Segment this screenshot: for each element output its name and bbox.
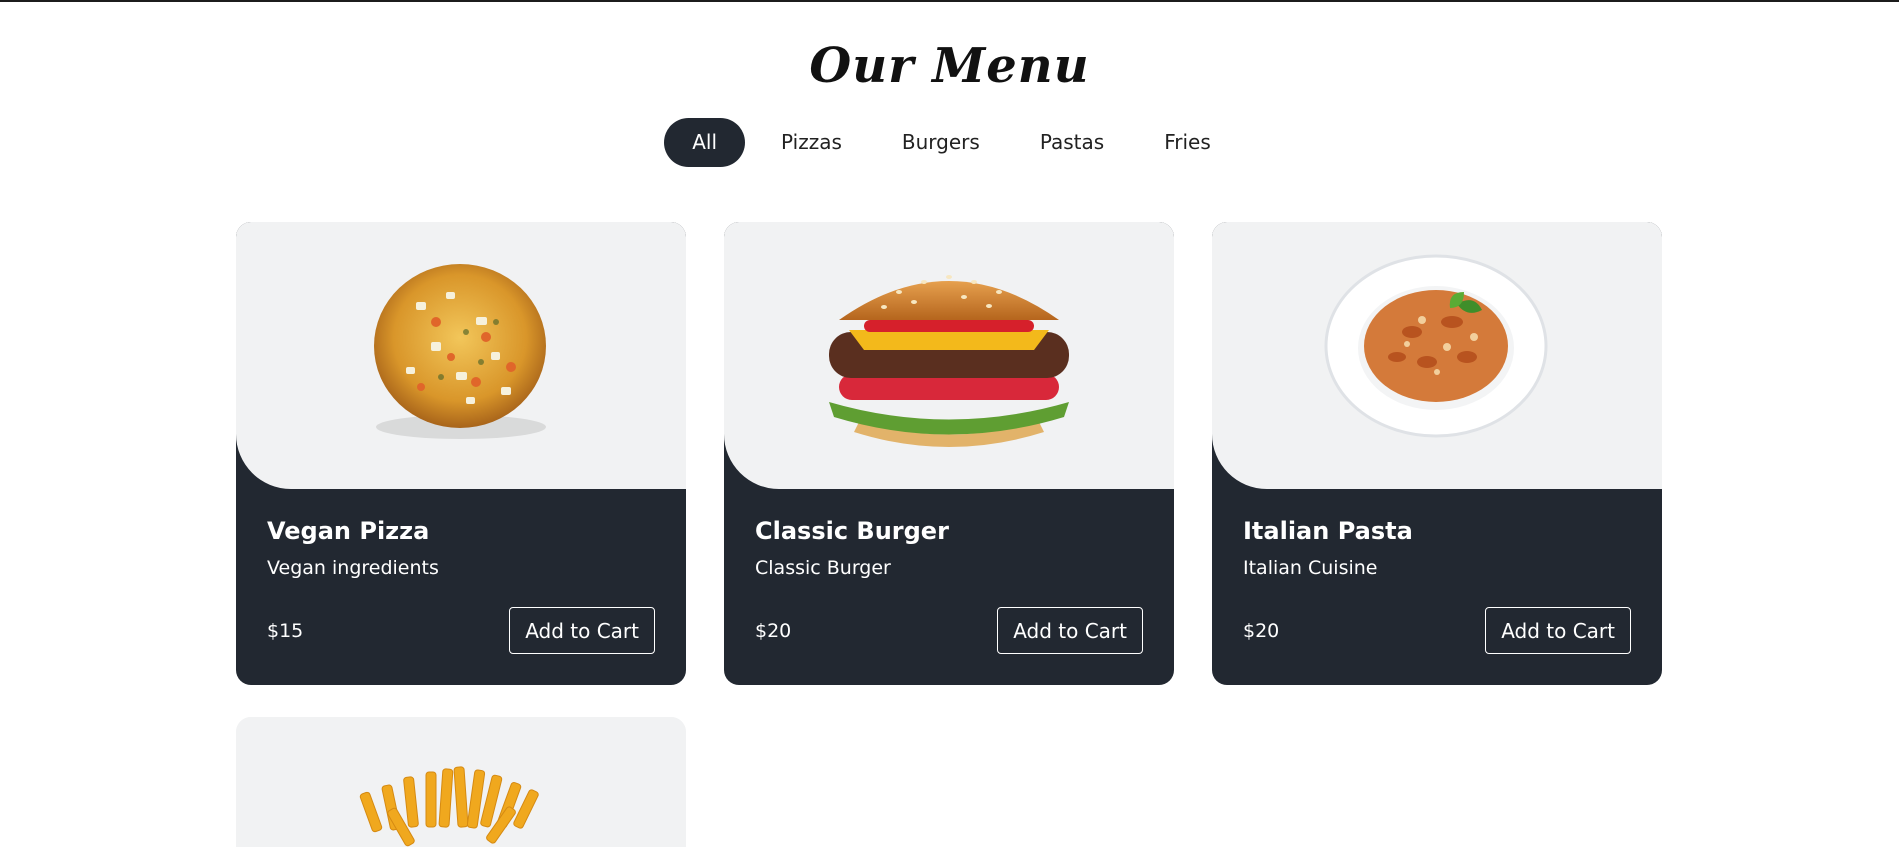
add-to-cart-button[interactable]: Add to Cart [1485, 607, 1631, 654]
filter-pastas[interactable]: Pastas [1016, 118, 1128, 167]
item-name: Classic Burger [755, 517, 949, 545]
menu-card-vegan-pizza: Vegan Pizza Vegan ingredients $15 Add to… [236, 222, 686, 685]
item-price: $20 [755, 619, 792, 642]
menu-card-classic-burger: Classic Burger Classic Burger $20 Add to… [724, 222, 1174, 685]
item-name: Italian Pasta [1243, 517, 1413, 545]
item-name: Vegan Pizza [267, 517, 430, 545]
item-price: $20 [1243, 619, 1280, 642]
add-to-cart-button[interactable]: Add to Cart [997, 607, 1143, 654]
filter-fries[interactable]: Fries [1140, 118, 1235, 167]
item-description: Vegan ingredients [267, 557, 439, 579]
menu-card-fries [236, 717, 686, 847]
filter-all[interactable]: All [664, 118, 746, 167]
item-description: Classic Burger [755, 557, 891, 579]
pasta-image [1212, 222, 1662, 489]
filter-bar: All Pizzas Burgers Pastas Fries [0, 118, 1899, 167]
page-title: Our Menu [809, 38, 1090, 95]
item-price: $15 [267, 619, 304, 642]
top-border [0, 0, 1899, 2]
pizza-image [236, 222, 686, 489]
item-description: Italian Cuisine [1243, 557, 1378, 579]
menu-card-italian-pasta: Italian Pasta Italian Cuisine $20 Add to… [1212, 222, 1662, 685]
filter-burgers[interactable]: Burgers [878, 118, 1004, 167]
burger-image [724, 222, 1174, 489]
fries-image [236, 717, 686, 847]
add-to-cart-button[interactable]: Add to Cart [509, 607, 655, 654]
filter-pizzas[interactable]: Pizzas [757, 118, 866, 167]
